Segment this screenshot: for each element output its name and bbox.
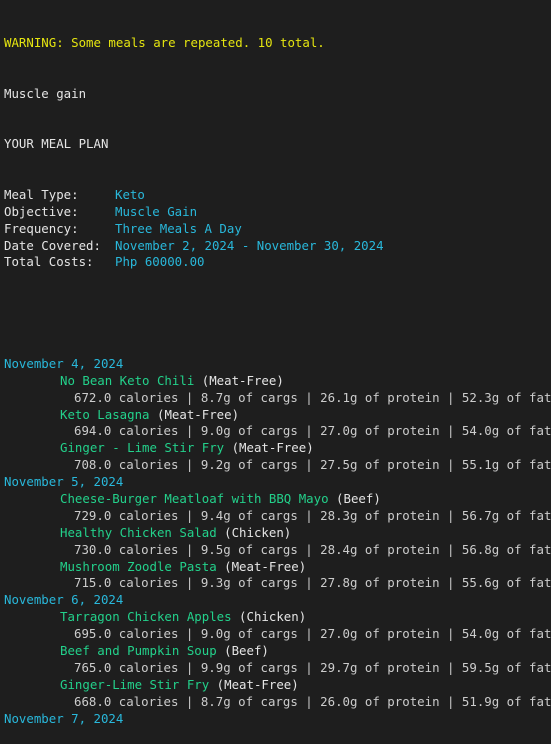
meal-nutrition: 695.0 calories | 9.0g of cargs | 27.0g o… [74,626,551,642]
meal-title-row: Tarragon Chicken Apples (Chicken) [4,609,551,626]
summary-row: Total Costs: Php 60000.00 [4,254,551,271]
meal-category: (Meat-Free) [216,676,299,692]
meal-name: Ginger-Lime Stir Fry [60,676,210,692]
meal-nutrition: 729.0 calories | 9.4g of cargs | 28.3g o… [74,507,551,523]
summary-value: November 2, 2024 - November 30, 2024 [115,237,384,253]
meal-nutrition: 715.0 calories | 9.3g of cargs | 27.8g o… [74,575,551,591]
day-date: November 4, 2024 [4,355,124,371]
meal-name: Healthy Chicken Salad [60,524,217,540]
meal-title-row: Ginger - Lime Stir Fry (Meat-Free) [4,440,551,457]
meal-category: (Meat-Free) [201,372,284,388]
meal-name: Mushroom Zoodle Pasta [60,558,217,574]
meal-nutrition: 730.0 calories | 9.5g of cargs | 28.4g o… [74,541,551,557]
day-date: November 6, 2024 [4,592,124,608]
meal-title-row: Cheese-Burger Meatloaf with BBQ Mayo (Be… [4,491,551,508]
goal-line: Muscle gain [4,85,87,101]
summary-value: Three Meals A Day [115,220,242,236]
meal-nutrition: 694.0 calories | 9.0g of cargs | 27.0g o… [74,423,551,439]
meal-category: (Meat-Free) [157,406,240,422]
summary-value: Muscle Gain [115,203,198,219]
day-date: November 5, 2024 [4,474,124,490]
summary-row: Objective: Muscle Gain [4,204,551,221]
summary-label: Date Covered: [4,237,101,253]
summary-value: Keto [115,186,145,202]
summary-label: Objective: [4,203,79,219]
terminal-output: WARNING: Some meals are repeated. 10 tot… [4,1,551,744]
meal-category: (Chicken) [239,609,307,625]
meal-name: Ginger - Lime Stir Fry [60,440,225,456]
summary-row: Date Covered: November 2, 2024 - November… [4,238,551,255]
day-date: November 7, 2024 [4,710,124,726]
meal-category: (Chicken) [224,524,292,540]
summary-label: Frequency: [4,220,79,236]
meal-nutrition: 765.0 calories | 9.9g of cargs | 29.7g o… [74,659,551,675]
meal-title-row: Beef and Pumpkin Soup (Beef) [4,643,551,660]
plan-header: YOUR MEAL PLAN [4,136,109,152]
meal-nutrition: 672.0 calories | 8.7g of cargs | 26.1g o… [74,389,551,405]
meal-title-row: Healthy Chicken Salad (Chicken) [4,525,551,542]
meal-name: Keto Lasagna [60,406,150,422]
meal-title-row: Ginger-Lime Stir Fry (Meat-Free) [4,677,551,694]
meal-category: (Beef) [224,643,269,659]
plan-summary: Meal Type: Keto Objective: Muscle Gain Frequ… [4,187,551,271]
summary-row: Meal Type: Keto [4,187,551,204]
summary-label: Total Costs: [4,254,94,270]
summary-label: Meal Type: [4,186,79,202]
meal-title-row: No Bean Keto Chili (Meat-Free) [4,373,551,390]
summary-row: Frequency: Three Meals A Day [4,221,551,238]
meal-nutrition: 668.0 calories | 8.7g of cargs | 26.0g o… [74,693,551,709]
meal-title-row: Mushroom Zoodle Pasta (Meat-Free) [4,559,551,576]
meal-name: Beef and Pumpkin Soup [60,643,217,659]
meal-name: No Bean Keto Chili [60,372,195,388]
meal-category: (Meat-Free) [224,558,307,574]
meal-category: (Meat-Free) [231,440,314,456]
warning-line: WARNING: Some meals are repeated. 10 tot… [4,34,325,50]
meal-name: Cheese-Burger Meatloaf with BBQ Mayo [60,491,329,507]
meal-name: Tarragon Chicken Apples [60,609,232,625]
summary-value: Php 60000.00 [115,254,205,270]
meal-title-row: Keto Lasagna (Meat-Free) [4,407,551,424]
meal-days: November 4, 2024 No Bean Keto Chili (Meat… [4,356,551,728]
meal-category: (Beef) [336,491,381,507]
meal-nutrition: 708.0 calories | 9.2g of cargs | 27.5g o… [74,457,551,473]
